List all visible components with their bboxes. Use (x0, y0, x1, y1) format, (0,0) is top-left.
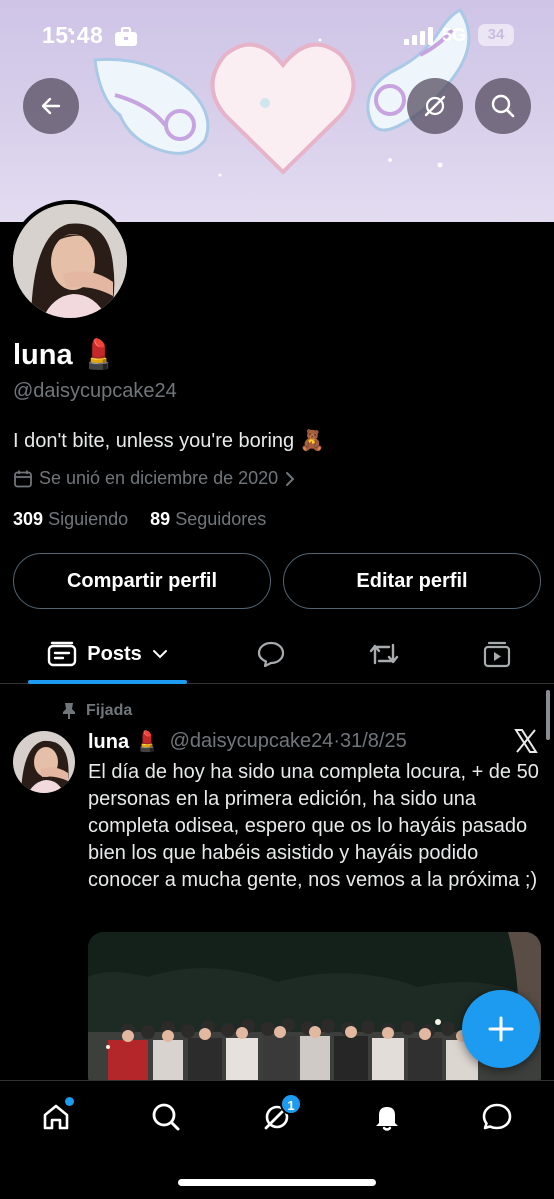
post-text: El día de hoy ha sido una completa locur… (88, 761, 539, 891)
signal-icon (404, 27, 433, 45)
following-label: Siguiendo (48, 509, 129, 529)
calendar-icon (14, 470, 32, 487)
plus-icon (488, 1016, 514, 1042)
post-separator: · (333, 730, 340, 752)
following-count: 309 (13, 509, 44, 529)
followers-link[interactable]: 89 Seguidores (150, 509, 266, 529)
tab-media[interactable] (467, 626, 527, 682)
tab-posts[interactable]: Posts (28, 626, 187, 682)
joined-date-link[interactable]: Se unió en diciembre de 2020 (13, 468, 296, 489)
grok-icon (424, 95, 446, 117)
search-icon (491, 94, 515, 118)
battery-level: 34 (487, 26, 505, 43)
share-profile-button[interactable]: Compartir perfil (13, 553, 271, 609)
nav-messages[interactable] (467, 1095, 527, 1139)
briefcase-icon (115, 27, 137, 46)
chat-bubble-icon (257, 641, 285, 668)
active-tab-indicator (28, 680, 187, 684)
compose-post-button[interactable] (462, 990, 540, 1068)
pinned-indicator: Fijada (62, 702, 132, 720)
profile-display-name: luna 💄 (13, 339, 117, 371)
posts-icon (48, 641, 77, 667)
status-time: 15:48 (42, 22, 104, 48)
grok-button[interactable] (407, 78, 463, 134)
follow-stats: 309 Siguiendo 89 Seguidores (13, 509, 266, 530)
x-logo-icon (514, 729, 538, 753)
bottom-navigation: 1 (0, 1080, 554, 1199)
chevron-right-icon (286, 471, 295, 486)
joined-date-text: Se unió en diciembre de 2020 (39, 468, 279, 488)
profile-handle: @daisycupcake24 (13, 380, 177, 402)
media-icon (483, 641, 511, 668)
profile-bio: I don't bite, unless you're boring 🧸 (13, 430, 325, 452)
post-author-avatar[interactable] (13, 731, 75, 793)
back-button[interactable] (23, 78, 79, 134)
avatar-photo (13, 204, 127, 318)
network-type: 5G (442, 25, 467, 45)
pin-icon (63, 703, 75, 719)
post-date[interactable]: 31/8/25 (340, 730, 407, 753)
followers-label: Seguidores (175, 509, 267, 529)
following-link[interactable]: 309 Siguiendo (13, 509, 128, 529)
home-indicator[interactable] (178, 1179, 376, 1186)
nav-search[interactable] (136, 1095, 196, 1139)
left-wing (93, 57, 210, 155)
tab-reposts[interactable] (354, 626, 414, 682)
followers-count: 89 (150, 509, 171, 529)
tab-replies[interactable] (241, 626, 301, 682)
home-notification-dot (65, 1097, 74, 1106)
nav-notifications[interactable] (357, 1095, 417, 1139)
post-header: luna 💄 @daisycupcake24 · 31/8/25 (88, 729, 407, 754)
chat-icon (482, 1103, 512, 1130)
tab-posts-label: Posts (87, 642, 142, 665)
grok-badge: 1 (280, 1093, 302, 1115)
pinned-label: Fijada (86, 702, 133, 719)
post-author-handle[interactable]: @daisycupcake24 (170, 730, 334, 753)
search-button[interactable] (475, 78, 531, 134)
battery-icon: 34 (478, 24, 514, 46)
nav-home[interactable] (26, 1095, 86, 1139)
profile-avatar[interactable] (9, 200, 131, 322)
search-icon (152, 1103, 180, 1131)
chevron-down-icon (152, 650, 167, 659)
bell-icon (376, 1107, 398, 1131)
status-bar: 15:48 5G 34 (0, 0, 554, 72)
post-author-name[interactable]: luna 💄 (88, 729, 160, 754)
repost-icon (369, 643, 399, 665)
scrollbar[interactable] (546, 690, 550, 740)
arrow-left-icon (41, 97, 61, 115)
edit-profile-button[interactable]: Editar perfil (283, 553, 541, 609)
nav-grok[interactable]: 1 (247, 1093, 307, 1139)
profile-tabs: Posts (0, 626, 554, 684)
